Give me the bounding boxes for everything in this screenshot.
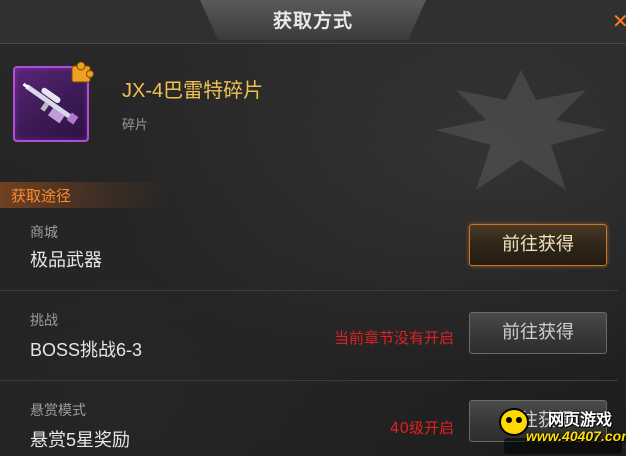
source-row-challenge: 挑战 BOSS挑战6-3 当前章节没有开启 前往获得 (0, 292, 618, 378)
row-divider (0, 290, 618, 291)
site-watermark-line1: 网页游戏 (548, 410, 613, 429)
source-category: 商城 (30, 225, 58, 241)
go-obtain-button[interactable]: 前往获得 (469, 312, 607, 354)
source-row-shop: 商城 极品武器 前往获得 (0, 210, 618, 290)
section-title: 获取途径 (11, 187, 72, 205)
close-icon[interactable]: ✕ (612, 0, 626, 44)
go-obtain-button[interactable]: 前往获得 (469, 224, 607, 266)
item-type: 碎片 (122, 118, 149, 133)
puzzle-piece-icon (71, 61, 94, 83)
dialog-title: 获取方式 (272, 10, 353, 32)
site-watermark-line2: www.40407.com (526, 428, 626, 444)
source-name: BOSS挑战6-3 (30, 340, 143, 360)
item-name: JX-4巴雷特碎片 (122, 80, 264, 102)
source-status: 当前章节没有开启 (333, 329, 454, 347)
source-status: 40级开启 (389, 419, 454, 437)
row-divider (0, 380, 618, 381)
eagle-emblem-watermark (436, 70, 606, 190)
source-name: 悬赏5星奖励 (30, 430, 131, 450)
source-name: 极品武器 (30, 250, 102, 270)
source-category: 悬赏模式 (30, 403, 86, 419)
dialog-header: 获取方式 ✕ (0, 0, 626, 44)
source-category: 挑战 (30, 313, 58, 329)
section-header: 获取途径 (0, 182, 170, 208)
